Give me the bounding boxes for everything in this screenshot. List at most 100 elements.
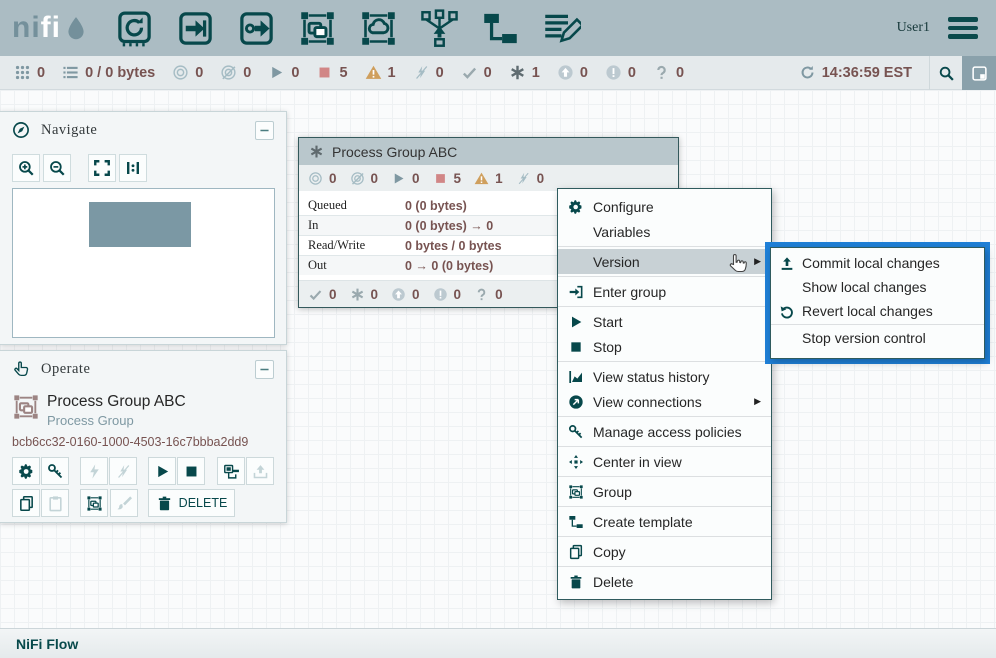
menu-item-view-connections[interactable]: View connections▶ (558, 389, 771, 414)
menu-item-version[interactable]: Version▶ (558, 249, 771, 274)
funnel-component-icon[interactable] (420, 9, 459, 48)
process-group-component-icon[interactable] (298, 9, 337, 48)
menu-item-start[interactable]: Start (558, 309, 771, 334)
stat-stale: 0 (557, 64, 588, 81)
zoom-fit-button[interactable] (88, 154, 116, 182)
processor-component-icon[interactable] (115, 9, 154, 48)
connections-icon (568, 394, 584, 410)
process-group-name: Process Group ABC (332, 144, 457, 160)
label-component-icon[interactable] (542, 9, 581, 48)
enable-button[interactable] (80, 457, 108, 485)
nifi-app: nifi User1 0 0 / 0 bytes 0 0 0 5 1 0 0 1… (0, 0, 996, 658)
stat-locally-modified-stale: 0 (605, 64, 636, 81)
global-menu-button[interactable] (944, 13, 982, 43)
output-port-component-icon[interactable] (237, 9, 276, 48)
change-color-button[interactable] (110, 489, 138, 517)
delete-button[interactable]: DELETE (148, 489, 235, 517)
selected-process-group-icon (12, 391, 40, 423)
pg-stat-running: 0 (391, 171, 420, 186)
pg-stat-disabled: 0 (516, 171, 545, 186)
submenu-item-commit-local-changes[interactable]: Commit local changes (771, 251, 984, 275)
menu-item-enter-group[interactable]: Enter group (558, 279, 771, 304)
zoom-out-button[interactable] (43, 154, 71, 182)
stat-transmitting: 0 (172, 64, 203, 81)
menu-item-variables[interactable]: Variables (558, 219, 771, 244)
operate-title: Operate (41, 361, 90, 378)
submenu-arrow-icon: ▶ (754, 256, 761, 267)
pg-stat-not-transmitting: 0 (350, 171, 379, 186)
create-template-button[interactable] (217, 457, 245, 485)
stop-icon (568, 339, 584, 355)
navigate-collapse-button[interactable] (255, 121, 274, 140)
menu-item-create-template[interactable]: Create template (558, 509, 771, 534)
last-refresh-time: 14:36:59 EST (822, 65, 912, 81)
menu-item-delete[interactable]: Delete (558, 569, 771, 594)
selected-component-name: Process Group ABC (47, 393, 186, 411)
menu-item-center-in-view[interactable]: Center in view (558, 449, 771, 474)
disable-button[interactable] (109, 457, 137, 485)
stat-disabled: 0 (413, 64, 444, 81)
flow-canvas[interactable]: Process Group ABC 0 0 0 5 1 0 Queued0 (0… (0, 90, 996, 628)
pg-stat-stale: 0 (391, 287, 420, 302)
operate-panel: Operate Process Group ABC Process Group … (0, 350, 287, 523)
process-group-header: Process Group ABC (299, 138, 678, 165)
operate-collapse-button[interactable] (255, 360, 274, 379)
menu-item-manage-access-policies[interactable]: Manage access policies (558, 419, 771, 444)
menu-item-group[interactable]: Group (558, 479, 771, 504)
selected-component-id: bcb6cc32-0160-1000-4503-16c7bbba2dd9 (12, 435, 248, 449)
input-port-component-icon[interactable] (176, 9, 215, 48)
menu-item-configure[interactable]: Configure (558, 194, 771, 219)
search-button[interactable] (929, 56, 962, 90)
logo-text-ni: ni (12, 13, 41, 43)
remote-process-group-component-icon[interactable] (359, 9, 398, 48)
configure-button[interactable] (12, 457, 40, 485)
group-button[interactable] (80, 489, 108, 517)
birdseye-minimap[interactable] (12, 188, 275, 338)
flow-status-bar: 0 0 / 0 bytes 0 0 0 5 1 0 0 1 0 0 0 14:3… (0, 56, 996, 90)
submenu-item-stop-version-control[interactable]: Stop version control (771, 326, 984, 350)
crosshair-icon (568, 454, 584, 470)
gear-icon (568, 199, 584, 215)
locally-modified-icon (309, 144, 324, 159)
navigate-header: Navigate (0, 112, 286, 148)
submenu-item-revert-local-changes[interactable]: Revert local changes (771, 299, 984, 323)
menu-item-stop[interactable]: Stop (558, 334, 771, 359)
pg-stat-sync-failure: 0 (474, 287, 503, 302)
enter-group-icon (568, 284, 584, 300)
navigate-panel: Navigate (0, 111, 287, 345)
navigate-title: Navigate (41, 122, 97, 139)
zoom-in-button[interactable] (12, 154, 40, 182)
menu-item-copy[interactable]: Copy (558, 539, 771, 564)
upload-icon (779, 256, 794, 271)
pg-stat-stopped: 5 (433, 171, 462, 186)
copy-button[interactable] (12, 489, 40, 517)
start-button[interactable] (148, 457, 176, 485)
pg-stat-locally-modified: 0 (350, 287, 379, 302)
minimap-viewport[interactable] (89, 202, 191, 247)
breadcrumb[interactable]: NiFi Flow (16, 636, 78, 652)
stat-stopped: 5 (316, 64, 347, 81)
stat-up-to-date: 0 (461, 64, 492, 81)
stop-button[interactable] (177, 457, 205, 485)
pg-stat-transmitting: 0 (308, 171, 337, 186)
birdseye-toggle-button[interactable] (962, 56, 996, 90)
zoom-actual-size-button[interactable] (119, 154, 147, 182)
trash-icon (568, 574, 584, 590)
top-toolbar: nifi User1 (0, 0, 996, 56)
hand-icon (12, 360, 30, 378)
menu-item-view-status-history[interactable]: View status history (558, 364, 771, 389)
chart-icon (568, 369, 584, 385)
component-toolbar (115, 9, 581, 48)
nifi-drop-icon (63, 13, 89, 43)
submenu-item-show-local-changes[interactable]: Show local changes (771, 275, 984, 299)
template-component-icon[interactable] (481, 9, 520, 48)
paste-button[interactable] (41, 489, 69, 517)
submenu-arrow-icon: ▶ (754, 396, 761, 407)
stat-active-threads: 0 (14, 64, 45, 81)
refresh-status[interactable]: 14:36:59 EST (799, 64, 912, 81)
compass-icon (12, 121, 30, 139)
upload-template-button[interactable] (246, 457, 274, 485)
access-policies-button[interactable] (41, 457, 69, 485)
undo-icon (779, 304, 794, 319)
breadcrumb-bar: NiFi Flow (0, 628, 996, 658)
